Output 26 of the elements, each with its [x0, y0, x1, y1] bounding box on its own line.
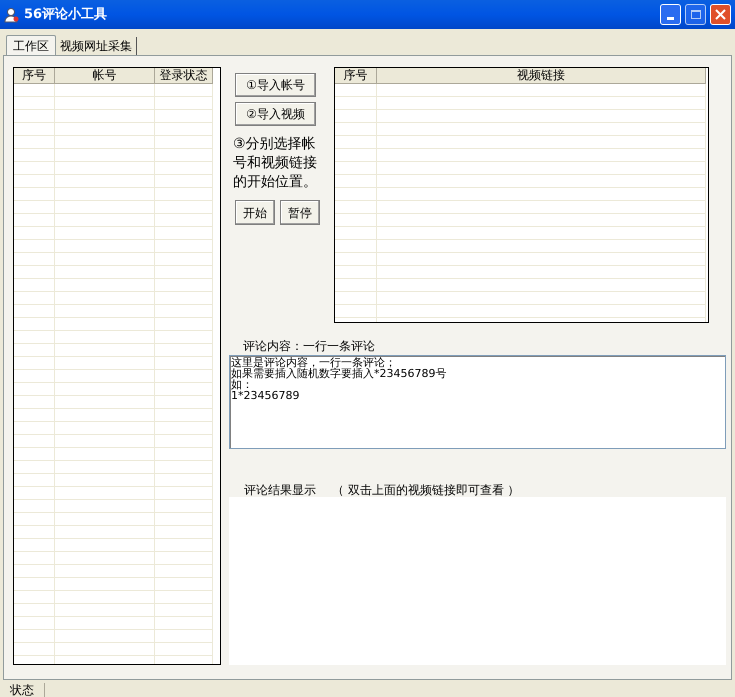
comment-field[interactable]: 这里是评论内容，一行一条评论； 如果需要插入随机数字要插入*23456789号 如： 1*23456789 — [229, 355, 726, 449]
close-icon — [715, 9, 726, 20]
import-button[interactable]: ②导入视频 — [235, 102, 316, 126]
close-button[interactable] — [710, 4, 731, 25]
action-button[interactable]: 暂停 — [280, 200, 320, 225]
action-button[interactable]: 开始 — [235, 200, 275, 225]
comment-line: 如果需要插入随机数字要插入*23456789号 — [231, 368, 446, 379]
window-title: 56评论小工具 — [24, 6, 108, 24]
comment-line: 1*23456789 — [231, 390, 300, 401]
tab[interactable]: 工作区 — [6, 35, 56, 55]
comment-line: 如： — [231, 379, 253, 390]
column-header[interactable]: 序号 — [14, 68, 55, 84]
import-button[interactable]: ①导入帐号 — [235, 73, 316, 97]
hint-text: ③分别选择帐号和视频链接的开始位置。 — [233, 135, 318, 192]
column-header[interactable]: 视频链接 — [377, 68, 706, 84]
column-header[interactable]: 登录状态 — [155, 68, 213, 84]
comment-line: 这里是评论内容，一行一条评论； — [231, 357, 396, 368]
status-label: 状态 — [0, 683, 45, 697]
minimize-button[interactable] — [660, 4, 681, 25]
column-header[interactable]: 序号 — [335, 68, 377, 84]
comment-label: 评论内容：一行一条评论 — [243, 338, 376, 355]
result-label: 评论结果显示 — [244, 482, 316, 497]
user-icon — [4, 6, 20, 22]
column-header[interactable]: 帐号 — [55, 68, 155, 84]
maximize-button[interactable] — [685, 4, 706, 25]
result-note: （ 双击上面的视频链接即可查看 ） — [332, 482, 520, 497]
